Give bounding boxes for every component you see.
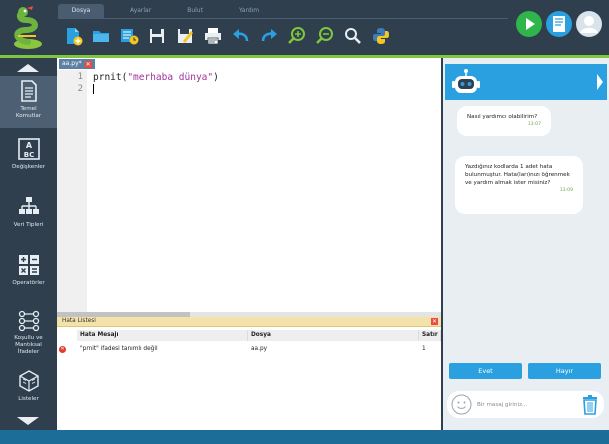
line-gutter: 1 2 (57, 70, 87, 312)
file-tab[interactable]: aa.py* ✕ (59, 59, 95, 69)
sidebar-item-veri-tipleri[interactable]: Veri Tipleri (0, 196, 57, 240)
zoom-in-icon[interactable] (286, 25, 308, 47)
close-icon[interactable]: ✕ (431, 318, 438, 325)
redo-icon[interactable] (258, 25, 280, 47)
chevron-right-icon[interactable] (597, 74, 603, 90)
print-icon[interactable] (202, 25, 224, 47)
sidebar: Temel Komutlar A BC Değişkenler Veri Tipl… (0, 58, 57, 430)
text-caret (93, 84, 94, 94)
chat-input-box (447, 391, 604, 418)
tab-underline (58, 18, 508, 19)
column-header-message[interactable]: Hata Mesajı (77, 330, 248, 341)
sidebar-item-listeler[interactable]: Listeler (0, 370, 57, 414)
error-table-header: Hata Mesajı Dosya Satır (57, 330, 441, 341)
code-text: ) (213, 72, 219, 83)
scroll-up-icon[interactable] (17, 64, 39, 72)
save-icon[interactable] (146, 25, 168, 47)
sidebar-item-label: Mantıksal (15, 342, 42, 348)
snake-logo-icon (14, 6, 42, 49)
code-line[interactable]: prnit("merhaba dünya") (93, 72, 219, 83)
sidebar-item-label: Veri Tipleri (13, 222, 44, 228)
top-bar: Dosya Ayarlar Bulut Yardım (0, 0, 609, 55)
python-icon[interactable] (370, 25, 392, 47)
sidebar-item-degiskenler[interactable]: A BC Değişkenler (0, 138, 57, 182)
svg-text:BC: BC (23, 151, 33, 159)
sidebar-item-kosullu[interactable]: Koşullu ve Mantıksal İfadeler (0, 310, 57, 362)
sidebar-item-label: Koşullu ve (14, 335, 43, 341)
tab-yardim[interactable]: Yardım (229, 4, 269, 18)
chat-message-time: 13:07 (527, 122, 541, 127)
svg-text:A: A (25, 141, 32, 150)
menu-tabs: Dosya Ayarlar Bulut Yardım (58, 4, 285, 18)
yes-button[interactable]: Evet (449, 363, 522, 379)
sidebar-item-operatorler[interactable]: Operatörler (0, 254, 57, 298)
abc-icon: ABC (17, 138, 40, 160)
chat-header (445, 64, 607, 100)
search-icon[interactable] (342, 25, 364, 47)
column-header-file[interactable]: Dosya (248, 330, 419, 341)
sidebar-item-label: Operatörler (12, 280, 45, 286)
chat-message-text: Yazdığınız kodlarda 1 adet hata bulunmuş… (465, 164, 570, 186)
code-editor[interactable]: 1 2 prnit("merhaba dünya") (57, 70, 441, 312)
tab-dosya[interactable]: Dosya (58, 4, 104, 18)
chat-message-input[interactable] (477, 398, 572, 411)
error-file: aa.py (251, 346, 268, 352)
sidebar-item-label: Değişkenler (11, 164, 46, 170)
sidebar-item-label: Listeler (18, 396, 39, 402)
error-list-panel: Hata Listesi ✕ Hata Mesajı Dosya Satır ✕… (57, 317, 441, 430)
book-icon[interactable] (545, 10, 573, 38)
sidebar-item-label: Komutlar (15, 113, 42, 119)
line-number: 2 (77, 84, 83, 94)
no-button[interactable]: Hayır (528, 363, 601, 379)
new-file-icon[interactable] (62, 25, 84, 47)
error-message: "prnit" ifadesi tanımlı değil (80, 346, 158, 352)
error-icon: ✕ (59, 346, 66, 353)
chat-message-time: 13:09 (559, 188, 573, 193)
sidebar-item-label: Temel (20, 106, 37, 112)
code-string: "merhaba dünya" (127, 72, 214, 83)
document-icon (20, 80, 37, 102)
code-text: prnit( (93, 72, 128, 83)
cube-icon (18, 370, 39, 392)
chat-message-text: Nasıl yardımcı olabilirim? (467, 114, 538, 120)
zoom-out-icon[interactable] (314, 25, 336, 47)
error-list-header: Hata Listesi ✕ (57, 317, 441, 327)
toolbar (62, 25, 398, 47)
smiley-icon[interactable] (451, 394, 472, 415)
line-number: 1 (77, 72, 83, 82)
robot-icon (452, 69, 480, 93)
assistant-chat-panel: Nasıl yardımcı olabilirim? 13:07 Yazdığı… (443, 58, 609, 430)
right-tools (513, 10, 603, 38)
status-bar (0, 430, 609, 444)
open-folder-icon[interactable] (90, 25, 112, 47)
trash-icon[interactable] (580, 394, 600, 415)
close-icon[interactable]: ✕ (84, 60, 92, 68)
run-icon[interactable] (515, 10, 543, 38)
app-window: Dosya Ayarlar Bulut Yardım Temel Komutla… (0, 0, 609, 444)
recent-files-icon[interactable] (118, 25, 140, 47)
table-row[interactable]: ✕ "prnit" ifadesi tanımlı değil aa.py 1 (57, 344, 441, 355)
user-icon[interactable] (575, 10, 603, 38)
editor-tabbar: aa.py* ✕ (57, 58, 441, 70)
undo-icon[interactable] (230, 25, 252, 47)
sidebar-item-temel-komutlar[interactable]: Temel Komutlar (0, 76, 57, 128)
logic-icon (18, 310, 39, 332)
hierarchy-icon (18, 197, 39, 214)
tab-bulut[interactable]: Bulut (177, 4, 213, 18)
tab-ayarlar[interactable]: Ayarlar (120, 4, 161, 18)
operators-icon (18, 255, 39, 275)
sidebar-item-label: İfadeler (17, 349, 40, 355)
error-line: 1 (422, 346, 426, 352)
scroll-down-icon[interactable] (17, 417, 39, 425)
save-as-icon[interactable] (174, 25, 196, 47)
chat-message: Nasıl yardımcı olabilirim? 13:07 (457, 106, 551, 136)
file-tab-label: aa.py* (62, 60, 82, 67)
column-header-line[interactable]: Satır (419, 330, 441, 341)
error-list-title: Hata Listesi (62, 318, 96, 324)
chat-message: Yazdığınız kodlarda 1 adet hata bulunmuş… (455, 156, 583, 214)
